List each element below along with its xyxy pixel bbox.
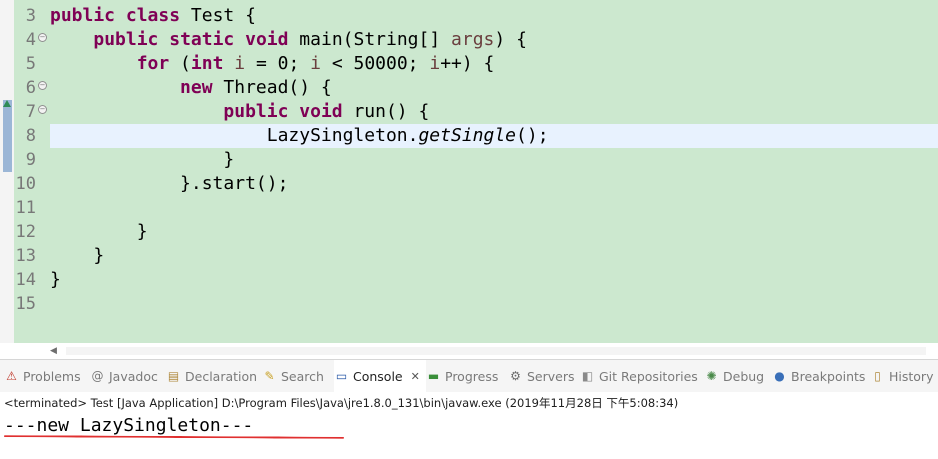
code-line[interactable]: 14} [14,268,938,292]
code-text: public static void main(String[] args) { [93,29,527,50]
tab-label: Javadoc [109,368,158,384]
tab-breakpoints[interactable]: ● Breakpoints [772,360,865,392]
close-icon[interactable]: ✕ [411,370,420,383]
declaration-icon: ▤ [167,368,180,383]
code-line[interactable]: 5 for (int i = 0; i < 50000; i++) { [14,52,938,76]
code-line[interactable]: 13 } [14,244,938,268]
servers-icon: ⚙ [510,368,521,383]
tab-label: Debug [723,368,765,384]
tab-problems[interactable]: ⚠ Problems [4,360,81,392]
code-line[interactable]: 12 } [14,220,938,244]
code-text: new Thread() { [180,77,332,98]
tab-javadoc[interactable]: @ Javadoc [90,360,158,392]
overview-ruler [0,0,14,343]
code-text: }.start(); [50,173,289,194]
code-line[interactable]: 4 public static void main(String[] args)… [14,28,938,52]
scroll-track[interactable] [66,347,926,355]
line-number: 12 [15,222,36,242]
tab-label: Servers [527,368,575,384]
fold-toggle-icon[interactable] [38,105,47,114]
horizontal-scrollbar[interactable]: ◀ [0,343,938,359]
code-text: public void run() { [223,101,430,122]
code-text: for (int i = 0; i < 50000; i++) { [136,53,495,74]
console-icon: ▭ [335,369,348,383]
tab-console[interactable]: ▭ Console ✕ [334,360,426,393]
line-marker [3,100,12,172]
code-text: LazySingleton.getSingle(); [50,125,549,146]
scroll-left-icon[interactable]: ◀ [50,346,57,356]
tab-label: History [889,368,934,384]
code-text: } [50,149,235,170]
line-number: 5 [25,54,36,74]
tab-label: Declaration [185,368,258,384]
code-editor[interactable]: 3public class Test {4 public static void… [0,0,938,343]
tab-git-repositories[interactable]: ◧ Git Repositories [580,360,698,392]
tab-debug[interactable]: ✺ Debug [704,360,764,392]
code-line[interactable]: 10 }.start(); [14,172,938,196]
history-icon: ▯ [874,368,881,383]
problems-icon: ⚠ [6,368,17,383]
tab-label: Console [353,369,403,384]
fold-toggle-icon[interactable] [38,81,47,90]
code-line[interactable]: 15 [14,292,938,316]
tab-label: Breakpoints [791,368,866,384]
breakpoints-icon: ● [774,368,785,383]
tab-history[interactable]: ▯ History [870,360,933,392]
code-text: public class Test { [50,5,256,26]
code-line[interactable]: 3 public class Test { [14,4,938,28]
line-number: 6 [25,78,36,98]
git-icon: ◧ [581,368,594,383]
line-number: 4 [25,30,36,50]
line-number: 7 [25,102,36,122]
code-line[interactable]: 7 public void run() { [14,100,938,124]
tab-label: Progress [445,368,499,384]
tab-search[interactable]: ✎ Search [262,360,324,392]
progress-icon: ▬ [427,368,440,383]
line-number: 15 [15,294,36,314]
javadoc-icon: @ [91,368,104,383]
code-line[interactable]: 6 new Thread() { [14,76,938,100]
tab-declaration[interactable]: ▤ Declaration [166,360,257,392]
search-icon: ✎ [264,368,275,383]
fold-toggle-icon[interactable] [38,33,47,42]
line-number: 9 [25,150,36,170]
views-tab-bar: ⚠ Problems @ Javadoc ▤ Declaration ✎ Search ▭ Con… [0,359,938,393]
code-text: } [50,269,61,290]
code-text: } [50,221,148,242]
code-line[interactable]: 8 LazySingleton.getSingle(); [14,124,938,148]
console-process-label: <terminated> Test [Java Application] D:\… [0,392,938,414]
debug-icon: ✺ [706,368,717,383]
line-number: 3 [25,6,36,26]
tab-progress[interactable]: ▬ Progress [426,360,499,392]
tab-label: Problems [23,368,81,384]
line-number: 13 [15,246,36,266]
code-text: } [50,245,105,266]
line-number: 10 [15,174,36,194]
code-line[interactable]: 11 [14,196,938,220]
line-number: 11 [15,198,36,218]
line-number: 8 [25,126,36,146]
code-line[interactable]: 9 } [14,148,938,172]
tab-label: Search [281,368,324,384]
tab-label: Git Repositories [599,368,698,384]
line-number: 14 [15,270,36,290]
tab-servers[interactable]: ⚙ Servers [508,360,575,392]
